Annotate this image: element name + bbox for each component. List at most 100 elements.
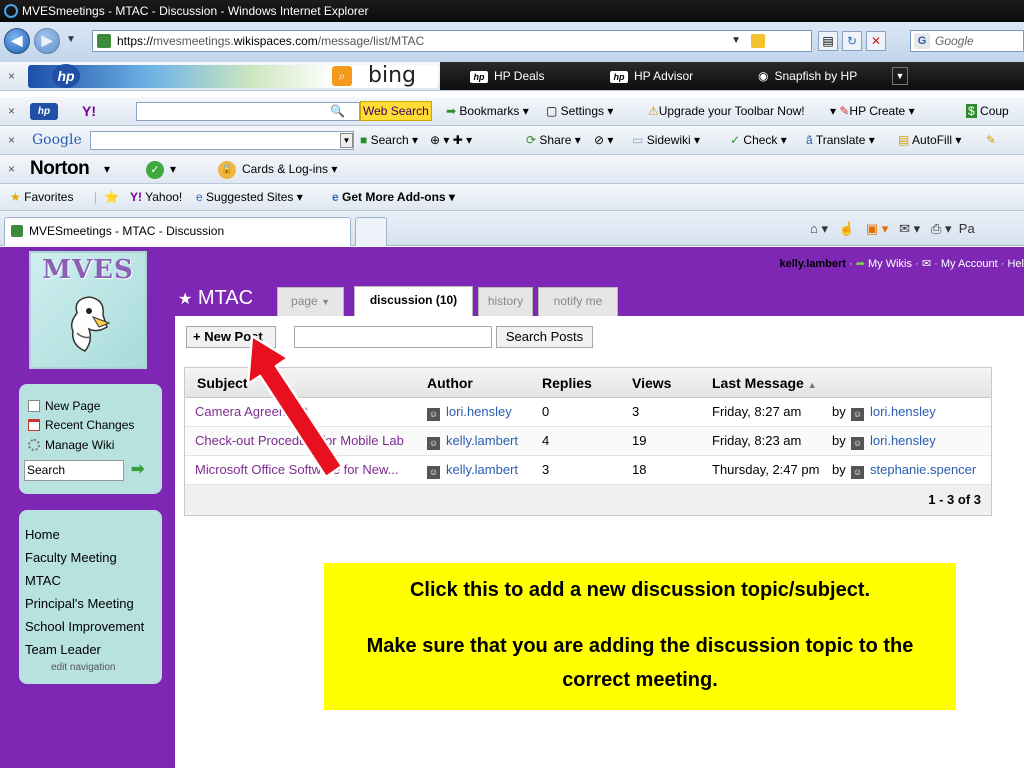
google-tools-icon[interactable]: ⊕ ▾ ✚ ▾ <box>430 126 472 154</box>
norton-logo[interactable]: Norton <box>30 155 90 183</box>
tab-notify-me[interactable]: notify me <box>538 287 618 316</box>
yahoo-favorite-link[interactable]: Y! Yahoo! <box>130 184 182 210</box>
author-link[interactable]: ☺ lori.hensley <box>427 398 512 426</box>
author-name: kelly.lambert <box>446 462 519 477</box>
hp-dropdown-icon[interactable]: ▼ <box>892 67 908 85</box>
lock-icon[interactable] <box>751 34 765 48</box>
tab-page[interactable]: page ▼ <box>277 287 344 316</box>
command-bar: ⌂ ▾ ☝ ▣ ▾ ✉ ▾ ⎙ ▾ Pa <box>810 221 975 237</box>
edit-navigation-link[interactable]: edit navigation <box>25 661 162 675</box>
page-menu-label[interactable]: Pa <box>959 221 975 236</box>
blocker-icon[interactable]: ⊘ ▾ <box>594 126 613 154</box>
wiki-search-input[interactable]: Search <box>24 460 124 481</box>
yahoo-logo-icon[interactable]: Y! <box>82 97 96 125</box>
suggested-sites-link[interactable]: e Suggested Sites ▾ <box>196 184 303 210</box>
author-link[interactable]: ☺ kelly.lambert <box>427 427 518 455</box>
back-icon[interactable]: ◀ <box>4 28 30 54</box>
stop-icon[interactable]: ✕ <box>866 31 886 51</box>
settings-button[interactable]: ▢ Settings ▾ <box>546 97 613 125</box>
mail-icon[interactable]: ✉ ▾ <box>899 221 920 236</box>
my-account-link[interactable]: My Account <box>941 258 998 270</box>
hp-logo-icon[interactable]: hp <box>52 64 80 88</box>
nav-item-school-improvement[interactable]: School Improvement <box>25 615 162 638</box>
bing-logo[interactable]: bing <box>368 64 416 88</box>
hp-advisor-link[interactable]: hp HP Advisor <box>610 62 693 90</box>
column-author[interactable]: Author <box>427 368 473 398</box>
norton-check-icon[interactable]: ✓ <box>146 161 164 179</box>
ie-logo-icon <box>4 4 18 18</box>
norton-check-dropdown-icon[interactable]: ▾ <box>170 155 176 183</box>
username-link[interactable]: kelly.lambert <box>779 258 845 270</box>
print-icon[interactable]: ⎙ ▾ <box>931 221 952 236</box>
check-button[interactable]: ✓ Check ▾ <box>730 126 787 154</box>
add-favorite-icon[interactable]: ⭐ <box>104 184 119 210</box>
last-message-user-link[interactable]: ☺ lori.hensley <box>851 398 936 426</box>
bookmarks-button[interactable]: ➡ Bookmarks ▾ <box>446 97 529 125</box>
help-link[interactable]: Hel <box>1007 258 1024 270</box>
url-dropdown-icon[interactable]: ▼ <box>731 31 741 51</box>
nav-item-principals-meeting[interactable]: Principal's Meeting <box>25 592 162 615</box>
forward-icon[interactable]: ▶ <box>34 28 60 54</box>
google-search-input[interactable] <box>90 131 354 150</box>
wiki-logo[interactable]: MVES <box>29 251 147 369</box>
hp-deals-link[interactable]: hp HP Deals <box>470 62 544 90</box>
coupons-button[interactable]: $ Coup <box>966 97 1009 125</box>
nav-item-faculty-meeting[interactable]: Faculty Meeting <box>25 546 162 569</box>
share-button[interactable]: ⟳ Share ▾ <box>526 126 581 154</box>
get-addons-link[interactable]: e Get More Add-ons ▾ <box>332 184 455 210</box>
nav-item-mtac[interactable]: MTAC <box>25 569 162 592</box>
sidewiki-button[interactable]: ▭ Sidewiki ▾ <box>632 126 700 154</box>
search-icon[interactable]: 🔍 <box>330 97 345 125</box>
star-icon[interactable]: ★ <box>178 291 192 308</box>
column-last-message[interactable]: Last Message ▲ <box>712 368 817 400</box>
pencil-icon[interactable]: ✎ <box>986 126 996 154</box>
google-search-dropdown-icon[interactable]: ▼ <box>340 133 353 148</box>
refresh-icon[interactable]: ↻ <box>842 31 862 51</box>
upgrade-toolbar-link[interactable]: ⚠Upgrade your Toolbar Now! <box>648 97 805 125</box>
tab-history[interactable]: history <box>478 287 533 316</box>
coupon-icon: $ <box>966 104 977 118</box>
nav-item-home[interactable]: Home <box>25 523 162 546</box>
search-go-icon[interactable]: ➡ <box>131 462 151 478</box>
suggested-sites-label: Suggested Sites <box>206 190 294 204</box>
web-search-button[interactable]: Web Search <box>360 101 432 121</box>
new-tab-button[interactable] <box>355 217 387 246</box>
bing-search-icon[interactable]: ⌕ <box>332 66 352 86</box>
home-icon[interactable]: ⌂ ▾ <box>810 221 828 236</box>
last-user-name: lori.hensley <box>870 404 936 419</box>
snapfish-link[interactable]: ◉ Snapfish by HP <box>758 62 857 90</box>
close-toolbar-icon[interactable]: × <box>8 126 15 154</box>
nav-item-team-leader[interactable]: Team Leader <box>25 638 162 661</box>
column-views[interactable]: Views <box>632 368 671 398</box>
sidebar-item-manage-wiki[interactable]: Manage Wiki <box>25 435 162 455</box>
sidebar-item-new-page[interactable]: New Page <box>25 396 162 415</box>
close-toolbar-icon[interactable]: × <box>8 97 15 125</box>
last-message-user-link[interactable]: ☺ stephanie.spencer <box>851 456 976 484</box>
hand-icon[interactable]: ☝ <box>839 221 855 236</box>
compat-view-icon[interactable]: ▤ <box>818 31 838 51</box>
author-link[interactable]: ☺ kelly.lambert <box>427 456 518 484</box>
favorites-button[interactable]: ★ Favorites <box>10 184 73 210</box>
hp-logo-icon[interactable]: hp <box>30 103 58 120</box>
norton-dropdown-icon[interactable]: ▾ <box>104 155 110 183</box>
hp-create-button[interactable]: ▾ ✎HP Create ▾ <box>830 97 915 125</box>
tab-mvesmeetings[interactable]: MVESmeetings - MTAC - Discussion <box>4 217 351 246</box>
history-dropdown-icon[interactable]: ▼ <box>66 34 76 45</box>
search-posts-button[interactable]: Search Posts <box>496 326 593 348</box>
cards-logins-button[interactable]: Cards & Log-ins ▾ <box>242 155 337 183</box>
search-input[interactable]: G Google <box>910 30 1024 52</box>
rss-icon[interactable]: ▣ ▾ <box>866 221 888 236</box>
sidebar-item-recent-changes[interactable]: Recent Changes <box>25 415 162 435</box>
url-domain-pre: mvesmeetings. <box>153 34 234 48</box>
column-replies[interactable]: Replies <box>542 368 592 398</box>
translate-button[interactable]: ã Translate ▾ <box>806 126 875 154</box>
tab-discussion[interactable]: discussion (10) <box>354 286 473 316</box>
my-wikis-link[interactable]: My Wikis <box>868 258 912 270</box>
google-search-button[interactable]: ■ Search ▾ <box>360 126 418 154</box>
yahoo-search-input[interactable] <box>136 102 360 121</box>
url-input[interactable]: https://mvesmeetings.wikispaces.com/mess… <box>92 30 812 52</box>
autofill-button[interactable]: ▤ AutoFill ▾ <box>898 126 961 154</box>
close-toolbar-icon[interactable]: × <box>8 62 15 90</box>
last-message-user-link[interactable]: ☺ lori.hensley <box>851 427 936 455</box>
close-toolbar-icon[interactable]: × <box>8 155 15 183</box>
